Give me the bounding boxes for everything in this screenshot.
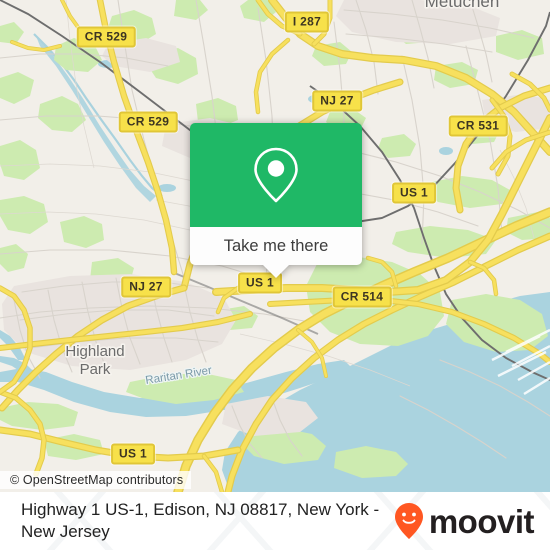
road-shield: CR 531 bbox=[448, 115, 508, 137]
road-shield: CR 529 bbox=[118, 111, 178, 133]
road-shield: CR 514 bbox=[332, 286, 392, 308]
popup-pointer-tail bbox=[262, 264, 290, 278]
moovit-brand[interactable]: moovit bbox=[394, 502, 550, 540]
road-shield: CR 529 bbox=[76, 26, 136, 48]
take-me-there-label: Take me there bbox=[223, 236, 329, 255]
location-title: Highway 1 US-1, Edison, NJ 08817, New Yo… bbox=[21, 499, 380, 541]
place-label-highland-park-line1: Highland bbox=[65, 343, 124, 360]
footer-bar: Highway 1 US-1, Edison, NJ 08817, New Yo… bbox=[0, 492, 550, 550]
road-shield: US 1 bbox=[392, 182, 436, 204]
screenshot-root: .wtr { fill:#aad3df; } .park { fill:#cde… bbox=[0, 0, 550, 550]
place-label-highland-park-line2: Park bbox=[80, 361, 111, 378]
place-label-metuchen: Metuchen bbox=[425, 0, 500, 11]
road-shield: I 287 bbox=[284, 11, 330, 33]
map-pin-icon bbox=[254, 147, 298, 203]
popup-icon-area bbox=[190, 123, 362, 227]
road-shield: NJ 27 bbox=[121, 276, 171, 298]
road-shield: NJ 27 bbox=[312, 90, 362, 112]
moovit-pin-icon bbox=[394, 503, 423, 539]
location-popup-card[interactable]: Take me there bbox=[190, 123, 362, 278]
moovit-wordmark: moovit bbox=[428, 502, 535, 540]
take-me-there-button[interactable]: Take me there bbox=[190, 227, 362, 265]
road-shield: US 1 bbox=[111, 443, 155, 465]
